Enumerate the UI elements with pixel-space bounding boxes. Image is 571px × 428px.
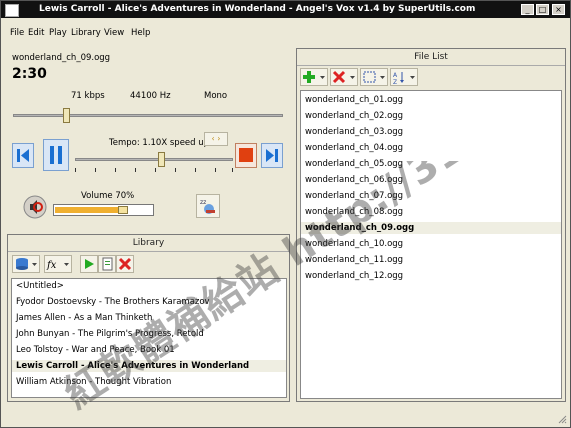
add-icon <box>303 71 325 83</box>
samplerate-label: 44100 Hz <box>130 91 171 101</box>
minimize-button[interactable]: _ <box>521 4 534 15</box>
volume-label: Volume 70% <box>81 191 135 201</box>
position-slider[interactable] <box>13 108 283 126</box>
current-filename: wonderland_ch_09.ogg <box>12 53 111 63</box>
file-item[interactable]: wonderland_ch_12.ogg <box>305 271 403 281</box>
document-icon <box>102 257 113 271</box>
menu-file[interactable]: File <box>10 28 24 38</box>
selection-icon <box>363 71 385 83</box>
window-title: Lewis Carroll - Alice's Adventures in Wo… <box>39 4 476 14</box>
resize-grip-icon[interactable] <box>557 414 567 424</box>
svg-text:fx: fx <box>46 260 57 271</box>
menu-view[interactable]: View <box>104 28 124 38</box>
sort-button[interactable]: AZ <box>390 68 418 86</box>
close-button[interactable]: × <box>552 4 565 15</box>
filelist-panel: File List AZ wonderland_ch_01.ogg wonder… <box>296 48 566 402</box>
time-display: 2:30 <box>12 66 47 82</box>
volume-slider[interactable] <box>53 204 154 216</box>
file-item[interactable]: wonderland_ch_02.ogg <box>305 111 403 121</box>
volume-thumb[interactable] <box>118 206 129 214</box>
file-item[interactable]: wonderland_ch_04.ogg <box>305 143 403 153</box>
pause-button[interactable] <box>43 139 69 171</box>
tempo-slider[interactable] <box>75 152 233 174</box>
library-item[interactable]: Fyodor Dostoevsky - The Brothers Karamaz… <box>16 297 210 307</box>
menu-play[interactable]: Play <box>49 28 67 38</box>
file-item[interactable]: wonderland_ch_03.ogg <box>305 127 403 137</box>
position-track <box>13 114 283 117</box>
skip-back-icon <box>17 149 29 162</box>
stop-button[interactable] <box>235 143 257 168</box>
library-list[interactable]: <Untitled> Fyodor Dostoevsky - The Broth… <box>11 278 287 398</box>
mute-button[interactable] <box>23 195 47 219</box>
svg-text:zz: zz <box>200 199 206 206</box>
add-file-button[interactable] <box>300 68 328 86</box>
channels-label: Mono <box>204 91 228 101</box>
menu-library[interactable]: Library <box>71 28 101 38</box>
delete-icon <box>118 257 132 271</box>
file-list[interactable]: wonderland_ch_01.ogg wonderland_ch_02.og… <box>300 90 562 399</box>
file-item[interactable]: wonderland_ch_07.ogg <box>305 191 403 201</box>
sort-icon: AZ <box>393 72 415 86</box>
maximize-button[interactable]: □ <box>536 4 549 15</box>
play-icon <box>85 259 94 269</box>
menu-help[interactable]: Help <box>131 28 150 38</box>
file-item-selected[interactable]: wonderland_ch_09.ogg <box>301 222 561 234</box>
library-item[interactable]: John Bunyan - The Pilgrim's Progress, Re… <box>16 329 204 339</box>
delete-icon <box>332 70 355 84</box>
stop-icon <box>239 148 253 162</box>
bitrate-label: 71 kbps <box>71 91 105 101</box>
position-thumb[interactable] <box>62 108 70 123</box>
menu-bar: File Edit Play Library View Help <box>1 25 570 41</box>
svg-text:Z: Z <box>393 79 397 85</box>
speaker-icon <box>23 195 47 219</box>
library-panel: Library fx <Untitled> Fyodor Dostoevsky … <box>7 234 290 402</box>
library-item[interactable]: James Allen - As a Man Thinketh <box>16 313 152 323</box>
file-item[interactable]: wonderland_ch_08.ogg <box>305 207 403 217</box>
app-icon <box>5 4 19 17</box>
volume-fill <box>55 207 125 213</box>
svg-text:A: A <box>393 72 398 79</box>
filelist-title: File List <box>414 52 448 62</box>
app-window: Lewis Carroll - Alice's Adventures in Wo… <box>0 0 571 428</box>
library-delete-button[interactable] <box>116 255 134 273</box>
library-item[interactable]: Leo Tolstoy - War and Peace, Book 01 <box>16 345 175 355</box>
skip-forward-icon <box>266 149 278 162</box>
library-function-button[interactable]: fx <box>44 255 72 273</box>
file-item[interactable]: wonderland_ch_01.ogg <box>305 95 403 105</box>
library-item[interactable]: William Atkinson - Thought Vibration <box>16 377 171 387</box>
previous-button[interactable] <box>12 143 34 168</box>
database-icon <box>16 258 37 270</box>
file-item[interactable]: wonderland_ch_10.ogg <box>305 239 403 249</box>
library-play-button[interactable] <box>80 255 98 273</box>
tempo-stepper[interactable]: ‹ › <box>204 132 228 146</box>
tempo-track <box>75 158 233 161</box>
sleep-button[interactable]: zz <box>196 194 220 218</box>
title-bar[interactable]: Lewis Carroll - Alice's Adventures in Wo… <box>1 1 570 18</box>
sleep-icon: zz <box>200 199 215 214</box>
file-item[interactable]: wonderland_ch_11.ogg <box>305 255 403 265</box>
menu-edit[interactable]: Edit <box>28 28 44 38</box>
function-icon: fx <box>46 260 69 271</box>
library-open-button[interactable] <box>12 255 40 273</box>
tempo-thumb[interactable] <box>158 152 166 167</box>
library-properties-button[interactable] <box>98 255 116 273</box>
library-item[interactable]: <Untitled> <box>16 281 64 291</box>
library-title: Library <box>132 238 165 248</box>
tempo-label: Tempo: 1.10X speed up <box>109 138 210 148</box>
pause-icon <box>50 146 62 164</box>
next-button[interactable] <box>261 143 283 168</box>
remove-file-button[interactable] <box>330 68 358 86</box>
library-item-selected[interactable]: Lewis Carroll - Alice's Adventures in Wo… <box>12 360 286 372</box>
select-button[interactable] <box>360 68 388 86</box>
file-item[interactable]: wonderland_ch_06.ogg <box>305 175 403 185</box>
file-item[interactable]: wonderland_ch_05.ogg <box>305 159 403 169</box>
